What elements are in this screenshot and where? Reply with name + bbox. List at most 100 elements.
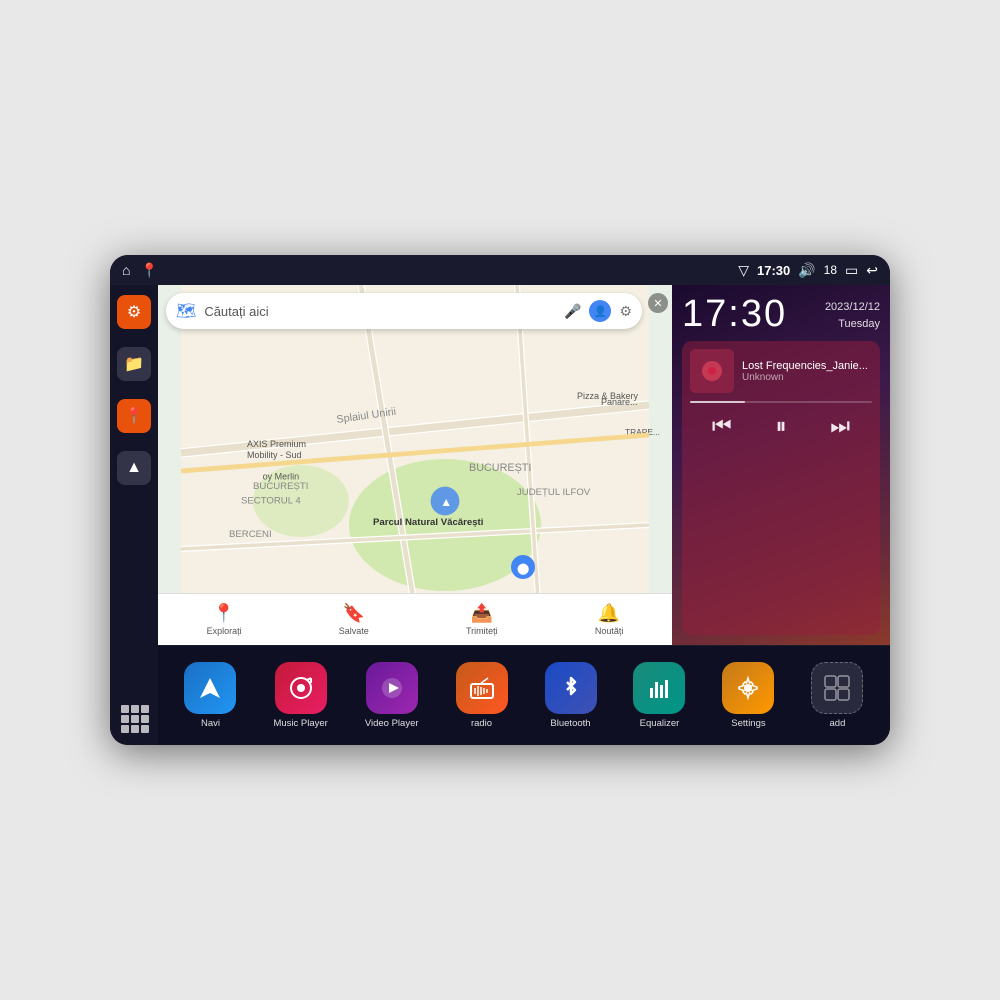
music-pause-button[interactable]: ⏸ — [775, 413, 786, 439]
settings-label: Settings — [731, 718, 765, 729]
radio-label: radio — [471, 718, 492, 729]
app-settings[interactable]: Settings — [722, 662, 774, 729]
sidebar-location[interactable]: 📍 — [117, 399, 151, 433]
mic-icon[interactable]: 🎤 — [564, 303, 581, 320]
map-panel[interactable]: Splaiul Unirii BUCUREȘTI JUDEȚUL ILFOV B… — [158, 285, 672, 645]
clock-time: 17:30 — [682, 295, 787, 333]
svg-text:AXIS Premium: AXIS Premium — [247, 439, 306, 449]
equalizer-icon — [633, 662, 685, 714]
navigate-icon: ▲ — [126, 459, 142, 477]
location-icon[interactable]: 📍 — [140, 262, 157, 279]
map-explore-btn[interactable]: 📍 Explorați — [207, 603, 242, 636]
svg-text:⬤: ⬤ — [517, 563, 529, 575]
clock-widget: 17:30 2023/12/12 Tuesday — [682, 295, 880, 333]
explore-icon: 📍 — [213, 603, 235, 624]
map-share-btn[interactable]: 📤 Trimiteți — [466, 603, 498, 636]
map-search-placeholder[interactable]: Căutați aici — [204, 304, 556, 319]
settings-icon: ⚙ — [127, 302, 141, 322]
apps-dock: Navi Music Player — [158, 645, 890, 745]
top-section: Splaiul Unirii BUCUREȘTI JUDEȚUL ILFOV B… — [158, 285, 890, 645]
status-time: 17:30 — [757, 263, 790, 278]
radio-icon — [456, 662, 508, 714]
equalizer-label: Equalizer — [640, 718, 680, 729]
news-label: Noutăți — [595, 626, 624, 636]
bluetooth-label: Bluetooth — [550, 718, 590, 729]
status-bar-right: ▽ 17:30 🔊 18 ▭ ↩ — [738, 262, 878, 279]
device-frame: ⌂ 📍 ▽ 17:30 🔊 18 ▭ ↩ ⚙ 📁 📍 ▲ — [110, 255, 890, 745]
back-icon[interactable]: ↩ — [866, 262, 878, 279]
add-label: add — [830, 718, 846, 729]
saved-icon: 🔖 — [343, 603, 365, 624]
user-avatar[interactable]: 👤 — [589, 300, 611, 322]
svg-text:▲: ▲ — [440, 495, 452, 509]
video-player-icon — [366, 662, 418, 714]
app-music-player[interactable]: Music Player — [273, 662, 327, 729]
svg-text:SECTORUL 4: SECTORUL 4 — [241, 495, 301, 506]
share-label: Trimiteți — [466, 626, 498, 636]
music-artist: Unknown — [742, 372, 872, 383]
app-bluetooth[interactable]: Bluetooth — [545, 662, 597, 729]
map-news-btn[interactable]: 🔔 Noutăți — [595, 603, 624, 636]
music-next-button[interactable]: ⏭ — [830, 413, 850, 439]
music-widget: Lost Frequencies_Janie... Unknown ⏮ ⏸ ⏭ — [682, 341, 880, 635]
app-add[interactable]: add — [811, 662, 863, 729]
music-prev-button[interactable]: ⏮ — [712, 413, 732, 439]
music-album-art — [690, 349, 734, 393]
svg-text:BUCUREȘTI: BUCUREȘTI — [253, 481, 308, 492]
news-icon: 🔔 — [598, 603, 620, 624]
bluetooth-icon — [545, 662, 597, 714]
map-close-button[interactable]: ✕ — [648, 293, 668, 313]
sidebar-navigate[interactable]: ▲ — [117, 451, 151, 485]
volume-icon[interactable]: 🔊 — [798, 262, 815, 279]
location2-icon: 📍 — [124, 406, 144, 426]
explore-label: Explorați — [207, 626, 242, 636]
sidebar-settings[interactable]: ⚙ — [117, 295, 151, 329]
main-content: ⚙ 📁 📍 ▲ — [110, 285, 890, 745]
app-radio[interactable]: radio — [456, 662, 508, 729]
share-icon: 📤 — [471, 603, 493, 624]
add-icon — [811, 662, 863, 714]
navi-label: Navi — [201, 718, 220, 729]
svg-text:oy Merlin: oy Merlin — [263, 471, 300, 481]
svg-text:BUCUREȘTI: BUCUREȘTI — [469, 462, 531, 474]
battery-num: 18 — [824, 263, 837, 277]
music-controls: ⏮ ⏸ ⏭ — [690, 413, 872, 439]
app-navi[interactable]: Navi — [184, 662, 236, 729]
svg-text:BERCENI: BERCENI — [229, 529, 272, 540]
svg-text:Parcul Natural Văcărești: Parcul Natural Văcărești — [373, 517, 483, 528]
music-player-icon — [275, 662, 327, 714]
map-svg: Splaiul Unirii BUCUREȘTI JUDEȚUL ILFOV B… — [158, 285, 672, 645]
files-icon: 📁 — [124, 354, 144, 374]
music-progress-bar[interactable] — [690, 401, 872, 403]
battery-icon: ▭ — [845, 262, 858, 279]
svg-text:Mobility - Sud: Mobility - Sud — [247, 450, 302, 460]
music-text: Lost Frequencies_Janie... Unknown — [742, 360, 872, 383]
sidebar: ⚙ 📁 📍 ▲ — [110, 285, 158, 745]
wifi-icon: ▽ — [738, 262, 749, 279]
sidebar-grid-btn[interactable] — [117, 701, 151, 735]
clock-date: 2023/12/12 Tuesday — [825, 299, 880, 332]
clock-date-value: 2023/12/12 — [825, 301, 880, 313]
music-progress-fill — [690, 401, 745, 403]
navi-icon — [184, 662, 236, 714]
settings2-icon — [722, 662, 774, 714]
map-bottom-bar: 📍 Explorați 🔖 Salvate 📤 Trimiteți � — [158, 593, 672, 645]
map-gear-icon[interactable]: ⚙ — [619, 303, 632, 320]
video-player-label: Video Player — [365, 718, 419, 729]
status-bar-left: ⌂ 📍 — [122, 262, 158, 279]
clock-day-value: Tuesday — [838, 318, 880, 330]
map-saved-btn[interactable]: 🔖 Salvate — [339, 603, 369, 636]
maps-pin-icon: 🗺 — [176, 301, 196, 321]
sidebar-files[interactable]: 📁 — [117, 347, 151, 381]
home-icon[interactable]: ⌂ — [122, 262, 130, 278]
svg-text:JUDEȚUL ILFOV: JUDEȚUL ILFOV — [517, 487, 591, 498]
right-panel: 17:30 2023/12/12 Tuesday — [672, 285, 890, 645]
svg-text:Pizza & Bakery: Pizza & Bakery — [577, 391, 639, 401]
app-video-player[interactable]: Video Player — [365, 662, 419, 729]
music-info: Lost Frequencies_Janie... Unknown — [690, 349, 872, 393]
music-player-label: Music Player — [273, 718, 327, 729]
saved-label: Salvate — [339, 626, 369, 636]
music-title: Lost Frequencies_Janie... — [742, 360, 872, 372]
map-search-bar[interactable]: 🗺 Căutați aici 🎤 👤 ⚙ — [166, 293, 642, 329]
app-equalizer[interactable]: Equalizer — [633, 662, 685, 729]
